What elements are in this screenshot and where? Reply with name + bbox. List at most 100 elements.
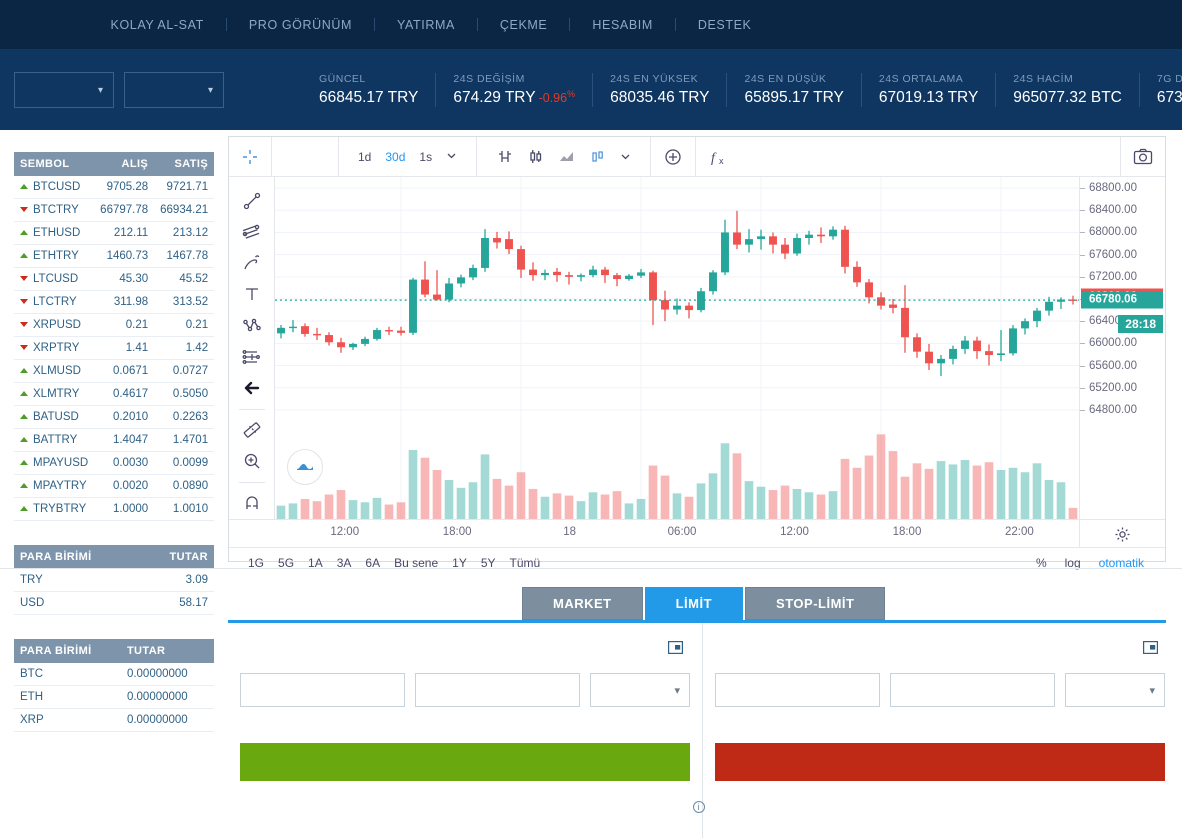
cell-symbol: BTCUSD [14, 176, 94, 199]
table-row[interactable]: BATTRY1.40471.4701 [14, 429, 214, 452]
table-row[interactable]: XRPUSD0.210.21 [14, 314, 214, 337]
magnet-tool[interactable] [235, 488, 269, 519]
arrow-up-icon [20, 230, 28, 235]
info-icon[interactable]: i [693, 801, 705, 813]
price-label: 66000.00 [1089, 337, 1137, 349]
sell-amount-field [890, 668, 1055, 707]
stat-24s-en-y-ksek: 24S EN YÜKSEK68035.46 TRY [592, 73, 726, 107]
price-label: 65200.00 [1089, 382, 1137, 394]
cell-symbol: BTCTRY [14, 199, 94, 222]
chart-symbol[interactable] [272, 137, 339, 176]
screenshot-button[interactable] [1120, 137, 1165, 176]
time-axis[interactable]: 12:0018:001806:0012:0018:0022:00 [229, 519, 1165, 547]
pattern-tool[interactable] [235, 310, 269, 341]
table-row[interactable]: BATUSD0.20100.2263 [14, 406, 214, 429]
buy-price-input[interactable] [240, 673, 405, 707]
tab-li-mi-t[interactable]: LİMİT [645, 587, 743, 620]
nav-item-hesabim[interactable]: HESABIM [570, 18, 674, 32]
buy-pct-select[interactable]: ▾ [590, 673, 690, 707]
chart-logo-badge[interactable] [287, 449, 323, 485]
col-0: PARA BİRİMİ [14, 545, 139, 569]
nav-item-yatirma[interactable]: YATIRMA [375, 18, 477, 32]
hollow-candle-icon[interactable] [582, 148, 613, 165]
table-row: USD58.17 [14, 592, 214, 615]
table-row[interactable]: ETHUSD212.11213.12 [14, 222, 214, 245]
chart-settings-button[interactable] [1079, 520, 1165, 548]
nav-item-destek[interactable]: DESTEK [676, 18, 774, 32]
col-aliş[interactable]: ALIŞ [94, 152, 154, 176]
col-0: PARA BİRİMİ [14, 639, 121, 663]
commission-note: i [228, 800, 1166, 813]
gear-icon [1114, 526, 1131, 543]
col-1: TUTAR [139, 545, 214, 569]
table-row[interactable]: BTCTRY66797.7866934.21 [14, 199, 214, 222]
price-label: 64800.00 [1089, 404, 1137, 416]
stat-value: 67376.30 TRY-0.87% [1157, 89, 1182, 107]
brush-tool[interactable] [235, 247, 269, 278]
base-currency-select[interactable]: ▾ [14, 72, 114, 108]
buy-amount-input[interactable] [415, 673, 580, 707]
tab-market[interactable]: MARKET [522, 587, 643, 620]
arrow-up-icon [20, 184, 28, 189]
sell-price-input[interactable] [715, 673, 880, 707]
sell-amount-input[interactable] [890, 673, 1055, 707]
table-row[interactable]: MPAYTRY0.00200.0890 [14, 475, 214, 498]
formula-button[interactable]: fx [696, 137, 740, 176]
stat-number: 66845.17 TRY [319, 89, 418, 106]
bar-chart-icon[interactable] [489, 148, 520, 165]
timeframe-1s[interactable]: 1s [412, 150, 439, 164]
section-divider [0, 568, 1182, 569]
nav-item-pro-g-r-n-m[interactable]: PRO GÖRÜNÜM [227, 18, 374, 32]
table-row[interactable]: MPAYUSD0.00300.0099 [14, 452, 214, 475]
table-row[interactable]: ETHTRY1460.731467.78 [14, 245, 214, 268]
crosshair-tool[interactable] [229, 137, 272, 176]
stat-value: 67019.13 TRY [879, 89, 978, 107]
left-sidebar: SEMBOLALIŞSATIŞ BTCUSD9705.289721.71BTCT… [0, 130, 228, 838]
price-axis[interactable]: 68800.0068400.0068000.0067600.0067200.00… [1079, 177, 1165, 519]
position-tool[interactable] [235, 341, 269, 372]
col-sembol[interactable]: SEMBOL [14, 152, 94, 176]
chart-type-chevron-icon[interactable] [613, 151, 638, 162]
cell-bid: 1460.73 [94, 245, 154, 268]
nav-item--ekme[interactable]: ÇEKME [478, 18, 569, 32]
quote-currency-select[interactable]: ▾ [124, 72, 224, 108]
cell-ask: 45.52 [154, 268, 214, 291]
arrow-tool[interactable] [235, 372, 269, 403]
sell-pct-select[interactable]: ▾ [1065, 673, 1165, 707]
table-row[interactable]: TRYBTRY1.00001.0010 [14, 498, 214, 521]
table-row[interactable]: LTCTRY311.98313.52 [14, 291, 214, 314]
market-stats: GÜNCEL66845.17 TRY24S DEĞİŞİM674.29 TRY-… [302, 73, 1182, 107]
timeframe-1d[interactable]: 1d [351, 150, 378, 164]
text-tool[interactable] [235, 279, 269, 310]
area-chart-icon[interactable] [551, 148, 582, 165]
nav-item-kolay-al-sat[interactable]: KOLAY AL-SAT [89, 18, 226, 32]
timeframe-chevron-icon[interactable] [439, 150, 464, 164]
stat-label: 24S EN DÜŞÜK [744, 73, 843, 85]
stat-delta: -0.96% [539, 91, 576, 105]
table-row[interactable]: XLMTRY0.46170.5050 [14, 383, 214, 406]
sell-submit-button[interactable] [715, 743, 1165, 781]
table-row[interactable]: XLMUSD0.06710.0727 [14, 360, 214, 383]
cell-ask: 1467.78 [154, 245, 214, 268]
fib-retracement-tool[interactable] [235, 216, 269, 247]
market-data-header: SEMBOLALIŞSATIŞ [14, 152, 214, 176]
table-row[interactable]: LTCUSD45.3045.52 [14, 268, 214, 291]
candlestick-chart-icon[interactable] [520, 148, 551, 165]
cell-ask: 1.4701 [154, 429, 214, 452]
timeframe-30d[interactable]: 30d [378, 150, 412, 164]
buy-submit-button[interactable] [240, 743, 690, 781]
arrow-down-icon [20, 322, 28, 327]
measure-ruler-tool[interactable] [235, 414, 269, 445]
col-satiş[interactable]: SATIŞ [154, 152, 214, 176]
col-1: TUTAR [121, 639, 214, 663]
cell-symbol: TRYBTRY [14, 498, 94, 521]
tab-stop-li-mi-t[interactable]: STOP-LİMİT [745, 587, 885, 620]
trend-line-tool[interactable] [235, 185, 269, 216]
wave-logo-icon [295, 457, 315, 477]
table-row[interactable]: XRPTRY1.411.42 [14, 337, 214, 360]
chart-plot[interactable] [275, 177, 1079, 519]
table-row[interactable]: BTCUSD9705.289721.71 [14, 176, 214, 199]
add-indicator-button[interactable] [651, 137, 696, 176]
cell-amount: 3.09 [139, 569, 214, 592]
zoom-tool[interactable] [235, 446, 269, 477]
